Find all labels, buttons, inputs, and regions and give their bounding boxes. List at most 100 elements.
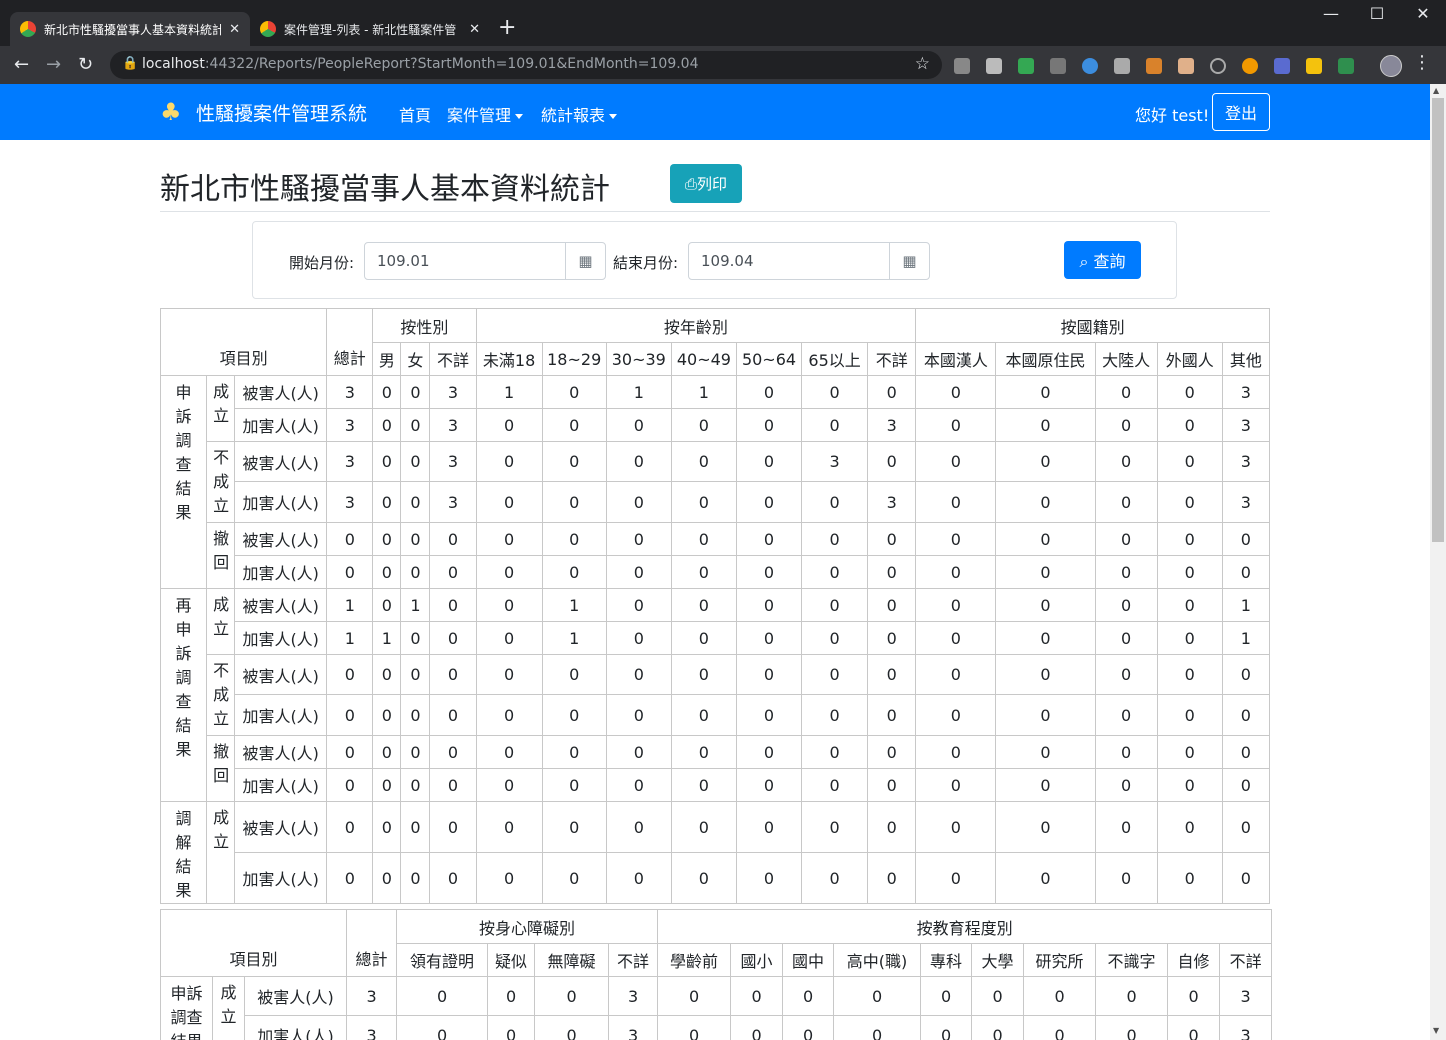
group-header-age: 按年齡別 [475, 308, 917, 343]
data-cell: 0 [995, 441, 1096, 482]
logout-button[interactable]: 登出 [1212, 93, 1270, 131]
end-month-input[interactable] [688, 242, 890, 280]
tab-close-icon[interactable]: ✕ [229, 22, 240, 37]
data-cell: 0 [1094, 588, 1158, 622]
group-header-nationality: 按國籍別 [915, 308, 1270, 343]
data-cell: 3 [429, 481, 477, 523]
data-cell: 0 [605, 801, 672, 853]
extension-icon[interactable] [1146, 58, 1162, 74]
user-greeting: 您好 test! [1135, 106, 1210, 125]
calendar-icon[interactable]: ▦ [889, 242, 930, 280]
start-month-input[interactable] [364, 242, 566, 280]
extension-icon[interactable] [1050, 58, 1066, 74]
query-button[interactable]: ⌕ 查詢 [1064, 241, 1141, 279]
extension-icon[interactable] [1082, 58, 1098, 74]
print-button[interactable]: ⎙列印 [670, 164, 742, 203]
data-cell: 0 [326, 852, 374, 904]
drive-extension-icon[interactable] [1018, 58, 1034, 74]
data-cell: 0 [534, 976, 610, 1016]
extension-icon[interactable] [1178, 58, 1194, 74]
data-cell: 0 [605, 694, 672, 736]
data-cell: 0 [326, 801, 374, 853]
column-header: 外國人 [1156, 342, 1223, 376]
data-cell: 3 [326, 408, 374, 442]
data-cell: 0 [475, 621, 543, 655]
nav-home[interactable]: 首頁 [399, 102, 431, 126]
extension-icon[interactable] [1306, 58, 1322, 74]
tab-close-icon[interactable]: ✕ [469, 22, 480, 37]
nav-reports-label: 統計報表 [541, 106, 606, 125]
data-cell: 0 [867, 801, 917, 853]
data-cell: 0 [372, 588, 402, 622]
data-cell: 0 [605, 555, 672, 589]
data-cell: 3 [608, 976, 659, 1016]
page-title: 新北市性騷擾當事人基本資料統計 [160, 172, 610, 207]
reload-icon[interactable]: ↻ [78, 53, 93, 77]
camera-extension-icon[interactable] [1114, 58, 1130, 74]
browser-tab-active[interactable]: 新北市性騷擾當事人基本資料統計 ✕ [10, 12, 250, 46]
browser-tab[interactable]: 案件管理-列表 - 新北性騷案件管 ✕ [250, 12, 490, 46]
data-cell: 0 [400, 441, 431, 482]
column-header: 65以上 [801, 342, 869, 376]
calendar-icon[interactable]: ▦ [565, 242, 606, 280]
nav-case-management[interactable]: 案件管理 [447, 102, 524, 126]
data-cell: 0 [1156, 588, 1223, 622]
data-cell: 0 [372, 441, 402, 482]
extension-icon[interactable] [1242, 58, 1258, 74]
back-icon[interactable]: ← [14, 53, 29, 77]
data-cell: 0 [915, 852, 997, 904]
data-cell: 0 [867, 621, 917, 655]
data-cell: 0 [487, 1015, 536, 1040]
data-cell: 0 [1221, 555, 1271, 589]
column-header: 高中(職) [833, 943, 922, 977]
data-cell: 0 [920, 1015, 973, 1040]
role-label: 加害人(人) [234, 555, 328, 589]
profile-avatar[interactable] [1380, 55, 1402, 77]
data-cell: 0 [400, 555, 431, 589]
column-header: 無障礙 [534, 943, 610, 977]
data-cell: 0 [429, 852, 477, 904]
data-cell: 0 [541, 852, 607, 904]
bookmark-star-icon[interactable]: ☆ [915, 54, 930, 74]
data-cell: 1 [475, 375, 543, 409]
extension-icon[interactable] [954, 58, 970, 74]
extension-icon[interactable] [1274, 58, 1290, 74]
data-cell: 0 [1156, 621, 1223, 655]
data-cell: 0 [1221, 852, 1271, 904]
data-cell: 0 [541, 522, 607, 556]
scrollbar-thumb[interactable] [1432, 98, 1444, 542]
scroll-up-icon[interactable]: ▲ [1433, 86, 1439, 95]
data-cell: 0 [475, 408, 543, 442]
data-cell: 0 [1156, 694, 1223, 736]
window-close-icon[interactable]: ✕ [1400, 4, 1446, 23]
maximize-icon[interactable]: ☐ [1354, 4, 1400, 23]
data-cell: 0 [995, 522, 1096, 556]
data-cell: 0 [372, 694, 402, 736]
extension-icon[interactable] [1338, 58, 1354, 74]
data-cell: 1 [326, 621, 374, 655]
data-cell: 0 [735, 621, 803, 655]
forward-icon[interactable]: → [46, 53, 61, 77]
data-cell: 0 [372, 852, 402, 904]
scroll-down-icon[interactable]: ▼ [1433, 1026, 1439, 1035]
data-cell: 0 [400, 654, 431, 695]
data-cell: 0 [670, 768, 737, 802]
role-label: 加害人(人) [234, 621, 328, 655]
data-cell: 0 [801, 621, 869, 655]
data-cell: 0 [605, 852, 672, 904]
nav-reports[interactable]: 統計報表 [541, 102, 618, 126]
print-button-label: 列印 [697, 175, 728, 193]
browser-menu-icon[interactable]: ⋮ [1413, 52, 1431, 73]
subgroup-label: 成立 [206, 375, 236, 442]
minimize-icon[interactable]: — [1308, 4, 1354, 23]
vertical-scrollbar[interactable]: ▲ ▼ [1430, 84, 1446, 1040]
address-bar[interactable]: 🔒 localhost:44322/Reports/PeopleReport?S… [110, 51, 942, 79]
column-header: 40~49 [670, 342, 737, 376]
new-tab-button[interactable]: + [498, 16, 516, 40]
extension-icon[interactable] [986, 58, 1002, 74]
data-cell: 0 [995, 621, 1096, 655]
brand[interactable]: ♣ 性騷擾案件管理系統 [160, 97, 367, 127]
block-extension-icon[interactable] [1210, 58, 1226, 74]
data-cell: 0 [1221, 768, 1271, 802]
data-cell: 0 [541, 735, 607, 769]
